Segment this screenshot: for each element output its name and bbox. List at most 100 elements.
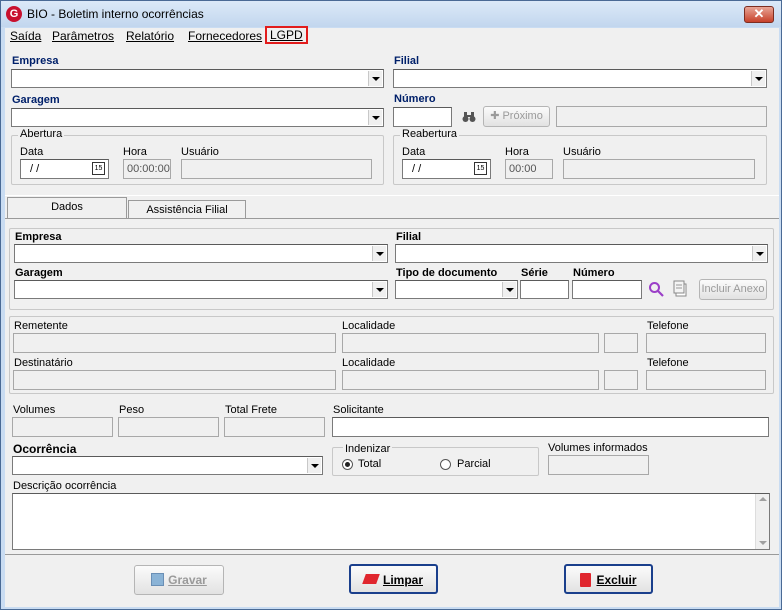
total-frete-label: Total Frete xyxy=(225,404,277,416)
dados-numero-label: Número xyxy=(573,267,615,279)
filial-label: Filial xyxy=(394,55,420,67)
chevron-down-icon[interactable] xyxy=(368,71,382,86)
menu-parametros[interactable]: Parâmetros xyxy=(52,29,114,43)
window-title: BIO - Boletim interno ocorrências xyxy=(27,7,204,21)
peso-label: Peso xyxy=(119,404,145,416)
total-frete-input xyxy=(224,417,325,437)
abertura-data-label: Data xyxy=(20,146,44,158)
chevron-down-icon[interactable] xyxy=(372,246,386,261)
radio-parcial[interactable] xyxy=(440,459,451,470)
footer-divider xyxy=(5,554,779,555)
descricao-textarea[interactable] xyxy=(12,493,770,550)
garagem-label: Garagem xyxy=(12,94,60,106)
proximo-info-field xyxy=(556,106,767,127)
reabertura-usuario-input xyxy=(563,159,755,179)
garagem-combobox[interactable] xyxy=(11,108,384,127)
dados-garagem-label: Garagem xyxy=(15,267,63,279)
radio-parcial-label[interactable]: Parcial xyxy=(457,458,491,470)
calendar-icon[interactable]: 15 xyxy=(92,162,105,175)
peso-input xyxy=(118,417,219,437)
empresa-combobox[interactable] xyxy=(11,69,384,88)
menu-saida[interactable]: Saída xyxy=(10,29,41,43)
numero-label: Número xyxy=(394,93,436,105)
telefone2-input xyxy=(646,370,766,390)
empresa-label: Empresa xyxy=(12,55,59,67)
chevron-down-icon[interactable] xyxy=(502,282,516,297)
solicitante-label: Solicitante xyxy=(333,404,384,416)
radio-total-label[interactable]: Total xyxy=(358,458,381,470)
close-window-button[interactable]: ✕ xyxy=(744,6,774,23)
attachment-icon[interactable] xyxy=(673,280,689,297)
dados-empresa-label: Empresa xyxy=(15,231,62,243)
excluir-button[interactable]: Excluir xyxy=(564,564,653,594)
filial-combobox[interactable] xyxy=(393,69,767,88)
dados-garagem-combobox[interactable] xyxy=(14,280,388,299)
tipo-documento-combobox[interactable] xyxy=(395,280,518,299)
localidade2-label: Localidade xyxy=(342,357,396,369)
volumes-label: Volumes xyxy=(13,404,56,416)
limpar-button[interactable]: Limpar xyxy=(349,564,438,594)
eraser-icon xyxy=(362,574,380,584)
tab-assistencia-filial[interactable]: Assistência Filial xyxy=(128,200,246,219)
abertura-usuario-label: Usuário xyxy=(181,146,219,158)
excluir-label: Excluir xyxy=(596,573,637,587)
numero-input[interactable] xyxy=(393,107,452,127)
telefone-label: Telefone xyxy=(647,320,689,332)
abertura-hora-value: 00:00:00 xyxy=(127,163,170,175)
chevron-down-icon[interactable] xyxy=(368,110,382,125)
reabertura-title: Reabertura xyxy=(400,128,460,140)
reabertura-hora-label: Hora xyxy=(505,146,529,158)
serie-label: Série xyxy=(521,267,548,279)
volumes-informados-input xyxy=(548,455,649,475)
proximo-button-label: Próximo xyxy=(502,110,543,122)
serie-input[interactable] xyxy=(520,280,569,299)
divider xyxy=(5,195,779,196)
indenizar-title: Indenizar xyxy=(343,443,393,455)
scroll-down-icon[interactable] xyxy=(759,541,767,545)
client-area: Saída Parâmetros Relatório Fornecedores … xyxy=(5,26,779,607)
destinatario-label: Destinatário xyxy=(14,357,73,369)
radio-total[interactable] xyxy=(342,459,353,470)
dados-empresa-combobox[interactable] xyxy=(14,244,388,263)
chevron-down-icon[interactable] xyxy=(307,458,321,473)
abertura-title: Abertura xyxy=(18,128,65,140)
solicitante-input[interactable] xyxy=(332,417,769,437)
incluir-anexo-button[interactable]: Incluir Anexo xyxy=(699,279,767,300)
app-window: G BIO - Boletim interno ocorrências ✕ Sa… xyxy=(0,0,782,610)
gravar-button[interactable]: Gravar xyxy=(134,565,224,595)
localidade-label: Localidade xyxy=(342,320,396,332)
menu-lgpd[interactable]: LGPD xyxy=(265,26,308,44)
dados-filial-label: Filial xyxy=(396,231,422,243)
tab-dados[interactable]: Dados xyxy=(7,197,127,218)
abertura-data-value: / / xyxy=(30,163,40,175)
calendar-icon[interactable]: 15 xyxy=(474,162,487,175)
abertura-data-input[interactable]: / / 15 xyxy=(20,159,109,179)
uf2-input xyxy=(604,370,638,390)
abertura-hora-label: Hora xyxy=(123,146,147,158)
app-logo-icon: G xyxy=(6,6,22,22)
destinatario-input xyxy=(13,370,336,390)
reabertura-hora-value: 00:00 xyxy=(509,163,537,175)
chevron-down-icon[interactable] xyxy=(751,71,765,86)
reabertura-data-label: Data xyxy=(402,146,426,158)
binoculars-icon[interactable] xyxy=(462,111,476,123)
abertura-hora-input: 00:00:00 xyxy=(123,159,171,179)
abertura-usuario-input xyxy=(181,159,372,179)
descricao-scrollbar[interactable] xyxy=(755,494,769,549)
scroll-up-icon[interactable] xyxy=(759,497,767,501)
ocorrencia-combobox[interactable] xyxy=(12,456,323,475)
menu-relatorio[interactable]: Relatório xyxy=(126,29,174,43)
dados-numero-input[interactable] xyxy=(572,280,642,299)
remetente-input xyxy=(13,333,336,353)
reabertura-usuario-label: Usuário xyxy=(563,146,601,158)
limpar-label: Limpar xyxy=(382,573,423,587)
chevron-down-icon[interactable] xyxy=(752,246,766,261)
proximo-button[interactable]: ✚ Próximo xyxy=(483,106,550,127)
menu-fornecedores[interactable]: Fornecedores xyxy=(188,29,262,43)
reabertura-data-input[interactable]: / / 15 xyxy=(402,159,491,179)
tab-panel-border xyxy=(5,218,779,219)
telefone-input xyxy=(646,333,766,353)
chevron-down-icon[interactable] xyxy=(372,282,386,297)
search-icon[interactable] xyxy=(648,281,664,297)
dados-filial-combobox[interactable] xyxy=(395,244,768,263)
